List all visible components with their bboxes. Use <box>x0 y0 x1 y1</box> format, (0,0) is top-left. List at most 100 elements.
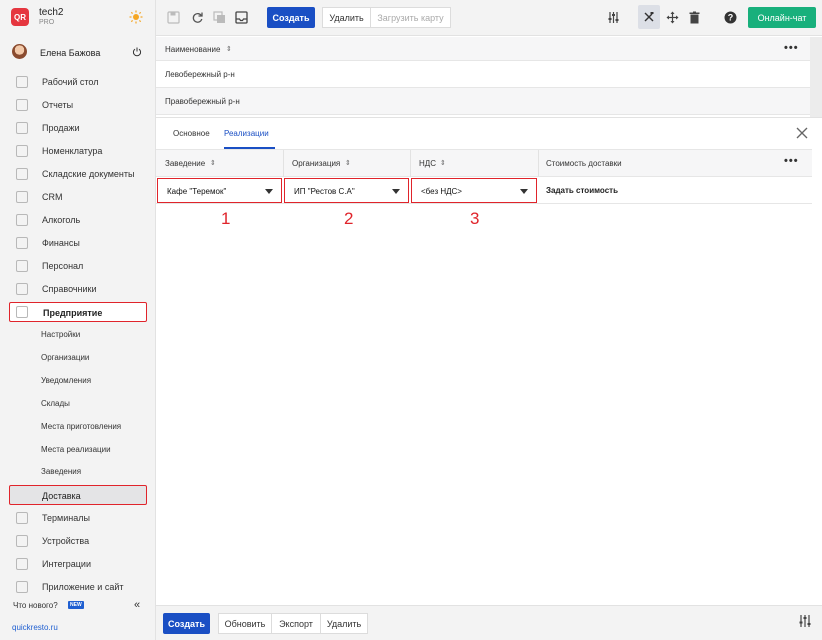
column-organization-header[interactable]: Организация <box>292 159 340 168</box>
building-icon <box>16 306 28 318</box>
sidebar-item-staff[interactable]: Персонал <box>0 256 156 276</box>
refresh-icon[interactable] <box>191 11 204 24</box>
annotation-marker-1: 1 <box>221 209 231 228</box>
list-row[interactable]: Правобережный р-н <box>156 88 810 115</box>
chevron-down-icon <box>520 189 528 194</box>
trash-icon[interactable] <box>688 11 701 24</box>
list-row[interactable]: Левобережный р-н <box>156 61 810 88</box>
chevron-down-icon <box>392 189 400 194</box>
set-cost-link[interactable]: Задать стоимость <box>546 186 618 195</box>
cocktail-icon <box>16 214 28 226</box>
collapse-sidebar-icon[interactable]: « <box>134 599 140 611</box>
bottom-toolbar: Создать Обновить Экспорт Удалить <box>156 605 822 640</box>
sidebar-item-integrations[interactable]: Интеграции <box>0 554 156 574</box>
list-header[interactable]: Наименование ⇕ ••• <box>156 37 810 61</box>
organization-select[interactable]: ИП "Рестов С.А" <box>284 178 409 203</box>
vat-value: <без НДС> <box>421 187 462 196</box>
annotation-marker-2: 2 <box>344 209 354 228</box>
column-divider[interactable] <box>283 150 284 177</box>
close-icon[interactable] <box>796 127 808 139</box>
sidebar-item-label: Складские документы <box>42 169 135 179</box>
sidebar-subitem-warehouses[interactable]: Склады <box>41 399 70 408</box>
sidebar-subitem-notifications[interactable]: Уведомления <box>41 376 91 385</box>
column-venue-header[interactable]: Заведение <box>165 159 205 168</box>
list-row-label: Левобережный р-н <box>165 70 235 79</box>
column-divider[interactable] <box>538 150 539 177</box>
sort-icon[interactable]: ⇕ <box>226 45 232 53</box>
vat-select[interactable]: <без НДС> <box>411 178 537 203</box>
organization-value: ИП "Рестов С.А" <box>294 187 355 196</box>
sidebar-item-crm[interactable]: CRM <box>0 187 156 207</box>
avatar <box>12 44 27 59</box>
tab-realizations[interactable]: Реализации <box>224 129 269 138</box>
svg-text:?: ? <box>728 13 734 23</box>
move-icon[interactable] <box>666 11 679 24</box>
column-delivery-cost-header[interactable]: Стоимость доставки <box>546 159 622 168</box>
sun-icon[interactable] <box>129 10 143 24</box>
column-divider[interactable] <box>410 150 411 177</box>
bottom-delete-button[interactable]: Удалить <box>320 613 368 634</box>
load-map-button[interactable]: Загрузить карту <box>370 7 451 28</box>
column-name-header[interactable]: Наименование <box>165 45 220 54</box>
qr-logo-icon: QR <box>11 8 29 26</box>
column-settings-icon[interactable] <box>798 614 812 628</box>
sidebar-item-label: Устройства <box>42 536 90 546</box>
sidebar-item-reports[interactable]: Отчеты <box>0 95 156 115</box>
save-icon[interactable] <box>167 11 180 24</box>
detail-tabs: Основное Реализации <box>156 117 822 149</box>
sort-icon[interactable]: ⇕ <box>440 159 446 167</box>
sidebar-subitem-organizations[interactable]: Организации <box>41 353 89 362</box>
sidebar-item-terminals[interactable]: Терминалы <box>0 508 156 528</box>
export-button[interactable]: Экспорт <box>271 613 321 634</box>
delete-button[interactable]: Удалить <box>322 7 371 28</box>
tab-main[interactable]: Основное <box>173 129 210 138</box>
more-options-icon[interactable]: ••• <box>784 155 799 167</box>
power-icon[interactable] <box>132 47 142 57</box>
help-icon[interactable]: ? <box>724 11 737 24</box>
brand-plan: PRO <box>39 19 55 26</box>
more-options-icon[interactable]: ••• <box>784 42 799 54</box>
sort-icon[interactable]: ⇕ <box>345 159 351 167</box>
sidebar-item-finance[interactable]: Финансы <box>0 233 156 253</box>
create-button[interactable]: Создать <box>267 7 315 28</box>
refresh-button[interactable]: Обновить <box>218 613 272 634</box>
sidebar-item-label: Справочники <box>42 284 97 294</box>
inbox-icon[interactable] <box>235 11 248 24</box>
sidebar-subitem-delivery[interactable]: Доставка <box>9 485 147 505</box>
sidebar-item-app-site[interactable]: Приложение и сайт <box>0 577 156 597</box>
tools-icon <box>644 12 654 22</box>
sidebar-item-references[interactable]: Справочники <box>0 279 156 299</box>
sliders-icon[interactable] <box>607 11 620 24</box>
sidebar-item-devices[interactable]: Устройства <box>0 531 156 551</box>
sidebar-item-enterprise[interactable]: Предприятие <box>9 302 147 322</box>
bottom-create-button[interactable]: Создать <box>163 613 210 634</box>
column-vat-header[interactable]: НДС <box>419 159 436 168</box>
venue-select[interactable]: Кафе "Теремок" <box>157 178 282 203</box>
sidebar-subitem-sale-places[interactable]: Места реализации <box>41 445 111 454</box>
sort-icon[interactable]: ⇕ <box>210 159 216 167</box>
sidebar-subitem-cooking-places[interactable]: Места приготовления <box>41 422 121 431</box>
sidebar-item-nomenclature[interactable]: Номенклатура <box>0 141 156 161</box>
online-chat-button[interactable]: Онлайн-чат <box>748 7 816 28</box>
book-icon <box>16 283 28 295</box>
site-link[interactable]: quickresto.ru <box>12 623 58 632</box>
user-name: Елена Бажова <box>40 48 101 58</box>
sidebar-item-warehouse-docs[interactable]: Складские документы <box>0 164 156 184</box>
wallet-icon <box>16 237 28 249</box>
whats-new-link[interactable]: Что нового? <box>13 601 58 610</box>
chart-icon <box>16 99 28 111</box>
sidebar-item-label: Персонал <box>42 261 84 271</box>
sidebar-item-label: Финансы <box>42 238 80 248</box>
table-row: Кафе "Теремок" ИП "Рестов С.А" <без НДС>… <box>156 177 812 204</box>
user-profile[interactable]: Елена Бажова <box>0 40 156 64</box>
sidebar-item-alcohol[interactable]: Алкоголь <box>0 210 156 230</box>
scrollbar[interactable] <box>810 37 822 117</box>
sidebar-subitem-settings[interactable]: Настройки <box>41 330 80 339</box>
tools-toggle[interactable] <box>638 5 660 29</box>
sidebar-item-sales[interactable]: Продажи <box>0 118 156 138</box>
sidebar-item-desktop[interactable]: Рабочий стол <box>0 72 156 92</box>
monitor-icon <box>16 581 28 593</box>
copy-icon[interactable] <box>213 11 226 24</box>
sidebar-subitem-venues[interactable]: Заведения <box>41 467 81 476</box>
brand[interactable]: QR tech2 PRO <box>0 0 156 36</box>
